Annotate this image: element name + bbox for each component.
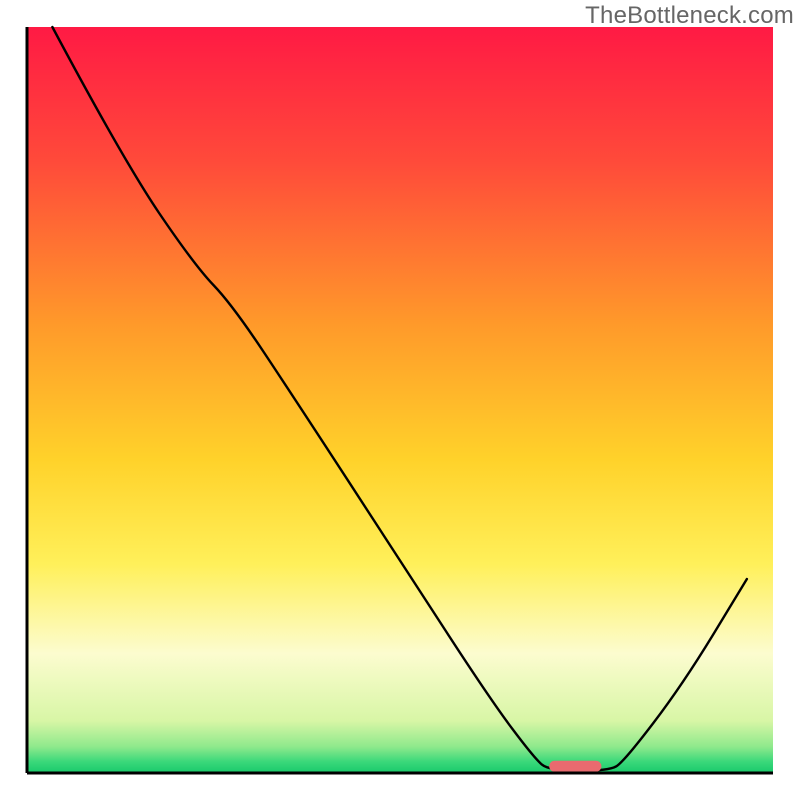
optimal-marker bbox=[549, 761, 601, 772]
watermark-text: TheBottleneck.com bbox=[585, 2, 794, 30]
bottleneck-chart bbox=[0, 0, 800, 800]
chart-container: TheBottleneck.com bbox=[0, 0, 800, 800]
gradient-background bbox=[27, 27, 773, 773]
